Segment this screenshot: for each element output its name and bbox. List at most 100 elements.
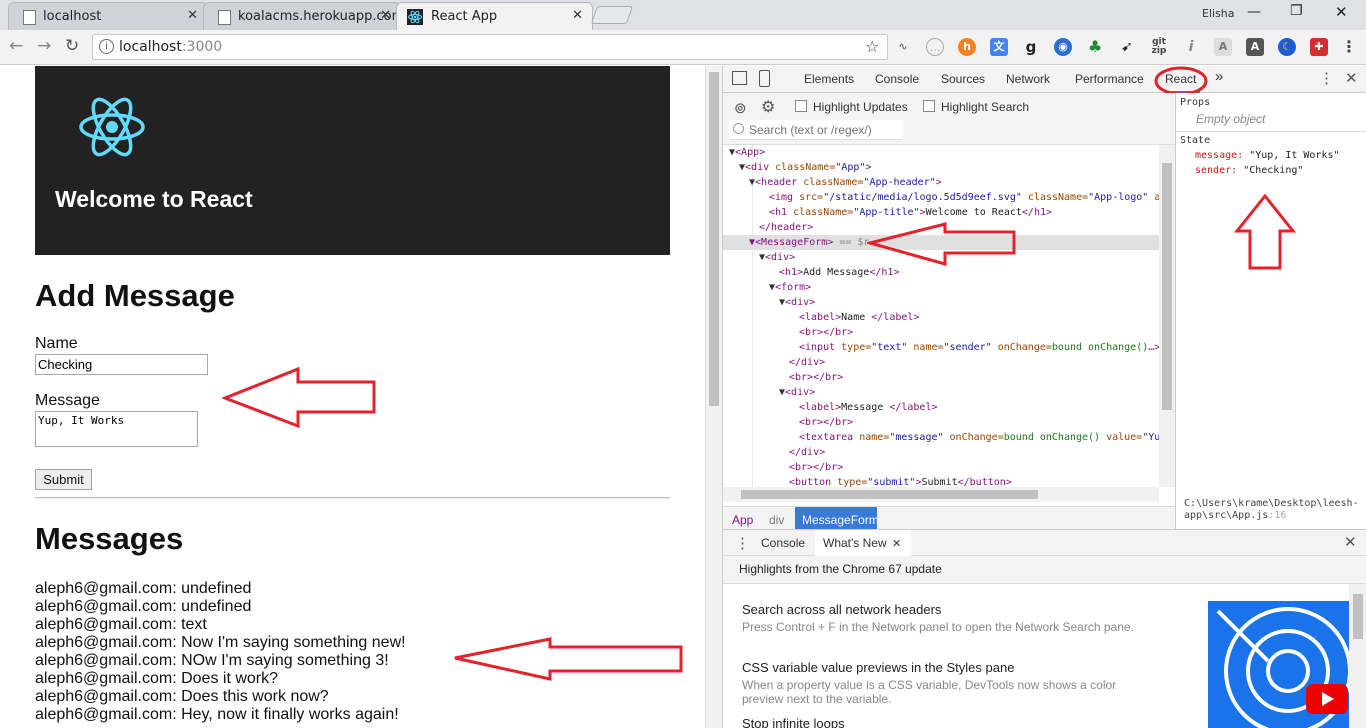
component-tree[interactable]: ▼<App> ▼<div className="App"> ▼<header c… bbox=[723, 145, 1159, 487]
breadcrumb-div[interactable]: div bbox=[769, 513, 784, 527]
back-icon[interactable]: ← bbox=[9, 36, 23, 56]
chrome-menu-icon[interactable]: ⋮ bbox=[1340, 38, 1358, 56]
tree-node-br[interactable]: <br></br> bbox=[799, 415, 853, 430]
name-input[interactable] bbox=[35, 354, 208, 375]
tree-scrollbar-thumb[interactable] bbox=[1162, 163, 1172, 410]
drawer-menu-icon[interactable]: ⋮ bbox=[735, 534, 750, 552]
reload-icon[interactable]: ↻ bbox=[65, 36, 79, 56]
tree-node-div2[interactable]: ▼<div> bbox=[779, 295, 815, 310]
select-element-icon[interactable]: ⊚ bbox=[734, 99, 747, 117]
breadcrumb-app[interactable]: App bbox=[732, 513, 753, 527]
drawer-tab-console[interactable]: Console bbox=[761, 536, 805, 550]
close-whats-new-icon[interactable]: ✕ bbox=[892, 537, 901, 550]
tree-node-header[interactable]: ▼<header className="App-header"> bbox=[749, 175, 942, 190]
tree-vertical-scrollbar[interactable] bbox=[1159, 145, 1175, 487]
angular-gray-extension-icon[interactable]: A bbox=[1214, 38, 1232, 56]
tree-node-br[interactable]: <br></br> bbox=[789, 370, 843, 385]
tree-node-div2-close[interactable]: </div> bbox=[789, 355, 825, 370]
tree-node-form[interactable]: ▼<form> bbox=[769, 280, 811, 295]
tab-elements[interactable]: Elements bbox=[804, 72, 854, 86]
text: Name bbox=[841, 312, 872, 323]
inspect-element-icon[interactable] bbox=[732, 71, 747, 85]
page-scrollbar[interactable] bbox=[705, 66, 722, 728]
extension-icon[interactable]: … bbox=[926, 38, 944, 56]
close-tab-icon[interactable]: ✕ bbox=[572, 8, 583, 23]
honey-extension-icon[interactable]: h bbox=[958, 38, 976, 56]
browser-tab-localhost[interactable]: localhost ✕ bbox=[8, 2, 208, 30]
tab-sources[interactable]: Sources bbox=[941, 72, 985, 86]
minimize-icon[interactable]: — bbox=[1247, 4, 1261, 20]
tag: …> bbox=[1148, 342, 1159, 353]
tree-node-br[interactable]: <br></br> bbox=[799, 325, 853, 340]
tree-node-div[interactable]: ▼<div> bbox=[759, 250, 795, 265]
tree-horizontal-scrollbar[interactable] bbox=[723, 487, 1159, 502]
tree-node-div-app[interactable]: ▼<div className="App"> bbox=[739, 160, 872, 175]
shield-extension-icon[interactable]: ◉ bbox=[1054, 38, 1072, 56]
grammarly-extension-icon[interactable]: g bbox=[1022, 38, 1040, 56]
new-tab-button[interactable] bbox=[590, 6, 634, 24]
dart-extension-icon[interactable]: ➹ bbox=[1118, 38, 1136, 56]
tree-node-div3-close[interactable]: </div> bbox=[789, 445, 825, 460]
tree-node-h1-add[interactable]: <h1>Add Message</h1> bbox=[779, 265, 899, 280]
tree-node-label-message[interactable]: <label>Message </label> bbox=[799, 400, 938, 415]
close-tab-icon[interactable]: ✕ bbox=[187, 8, 198, 23]
info-icon[interactable]: i bbox=[99, 39, 114, 54]
tree-node-button[interactable]: <button type="submit">Submit</button> bbox=[789, 475, 1012, 487]
bookmark-star-icon[interactable]: ☆ bbox=[865, 37, 879, 56]
tab-console[interactable]: Console bbox=[875, 72, 919, 86]
highlight-search-checkbox[interactable] bbox=[923, 100, 935, 112]
pulse-extension-icon[interactable]: ∿ bbox=[894, 38, 912, 56]
youtube-play-icon[interactable] bbox=[1306, 684, 1348, 714]
more-tabs-icon[interactable]: » bbox=[1215, 68, 1223, 85]
whats-new-scrollbar[interactable] bbox=[1349, 584, 1366, 728]
drawer-close-icon[interactable]: ✕ bbox=[1344, 533, 1357, 551]
browser-tab-koalacms[interactable]: koalacms.herokuapp.com ✕ bbox=[203, 2, 401, 30]
settings-gear-icon[interactable]: ⚙ bbox=[761, 97, 775, 117]
devtools-menu-icon[interactable]: ⋮ bbox=[1319, 69, 1334, 87]
tab-performance[interactable]: Performance bbox=[1075, 72, 1144, 86]
tree-extension-icon[interactable]: ♣ bbox=[1086, 38, 1104, 56]
drawer-tab-whats-new[interactable]: What's New bbox=[823, 536, 887, 550]
state-sender[interactable]: sender: "Checking" bbox=[1195, 165, 1303, 176]
tab-network[interactable]: Network bbox=[1006, 72, 1050, 86]
tree-node-app[interactable]: ▼<App> bbox=[729, 145, 765, 160]
whats-new-item[interactable]: Stop infinite loops bbox=[742, 716, 1142, 728]
angular-extension-icon[interactable]: A bbox=[1246, 38, 1264, 56]
close-tab-icon[interactable]: ✕ bbox=[380, 8, 391, 23]
source-location[interactable]: C:\Users\krame\Desktop\leesh-app\src\App… bbox=[1184, 498, 1364, 522]
tree-node-img[interactable]: <img src="/static/media/logo.5d5d9eef.sv… bbox=[769, 190, 1159, 205]
gitzip-extension-icon[interactable]: git zip bbox=[1150, 38, 1168, 56]
video-thumbnail[interactable] bbox=[1208, 601, 1349, 728]
message-textarea[interactable]: Yup, It Works bbox=[35, 411, 198, 447]
whats-new-item[interactable]: Search across all network headers Press … bbox=[742, 602, 1142, 634]
profile-name[interactable]: Elisha bbox=[1202, 7, 1235, 20]
browser-tab-react-app[interactable]: React App ✕ bbox=[396, 2, 593, 30]
component-search-input[interactable] bbox=[729, 120, 903, 140]
tree-node-textarea[interactable]: <textarea name="message" onChange=bound … bbox=[799, 430, 1159, 445]
address-bar[interactable]: i localhost:3000 ☆ bbox=[92, 34, 888, 60]
message-item: aleph6@gmail.com: undefined bbox=[35, 598, 252, 615]
whats-new-item[interactable]: CSS variable value previews in the Style… bbox=[742, 660, 1152, 706]
forward-icon[interactable]: → bbox=[37, 36, 51, 56]
moon-extension-icon[interactable]: ☾ bbox=[1278, 38, 1296, 56]
window-close-icon[interactable]: ✕ bbox=[1335, 3, 1348, 21]
tree-node-label-name[interactable]: <label>Name </label> bbox=[799, 310, 919, 325]
devtools-close-icon[interactable]: ✕ bbox=[1345, 69, 1358, 87]
tree-node-header-close[interactable]: </header> bbox=[759, 220, 813, 235]
highlight-updates-checkbox[interactable] bbox=[795, 100, 807, 112]
info-extension-icon[interactable]: i bbox=[1182, 38, 1200, 56]
tree-node-br[interactable]: <br></br> bbox=[789, 460, 843, 475]
tree-node-h1[interactable]: <h1 className="App-title">Welcome to Rea… bbox=[769, 205, 1052, 220]
submit-button[interactable]: Submit bbox=[35, 469, 92, 490]
restore-icon[interactable]: ❐ bbox=[1290, 3, 1303, 19]
page-scrollbar-thumb[interactable] bbox=[709, 72, 719, 406]
breadcrumb-messageform[interactable]: MessageForm bbox=[802, 513, 879, 527]
red-extension-icon[interactable]: ✚ bbox=[1310, 38, 1328, 56]
device-toolbar-icon[interactable] bbox=[759, 70, 770, 87]
state-message[interactable]: message: "Yup, It Works" bbox=[1195, 150, 1340, 161]
tree-hscrollbar-thumb[interactable] bbox=[741, 490, 1038, 499]
translate-extension-icon[interactable]: 文 bbox=[990, 38, 1008, 56]
whats-new-scrollbar-thumb[interactable] bbox=[1353, 594, 1363, 639]
tree-node-input[interactable]: <input type="text" name="sender" onChang… bbox=[799, 340, 1159, 355]
tree-node-div3[interactable]: ▼<div> bbox=[779, 385, 815, 400]
